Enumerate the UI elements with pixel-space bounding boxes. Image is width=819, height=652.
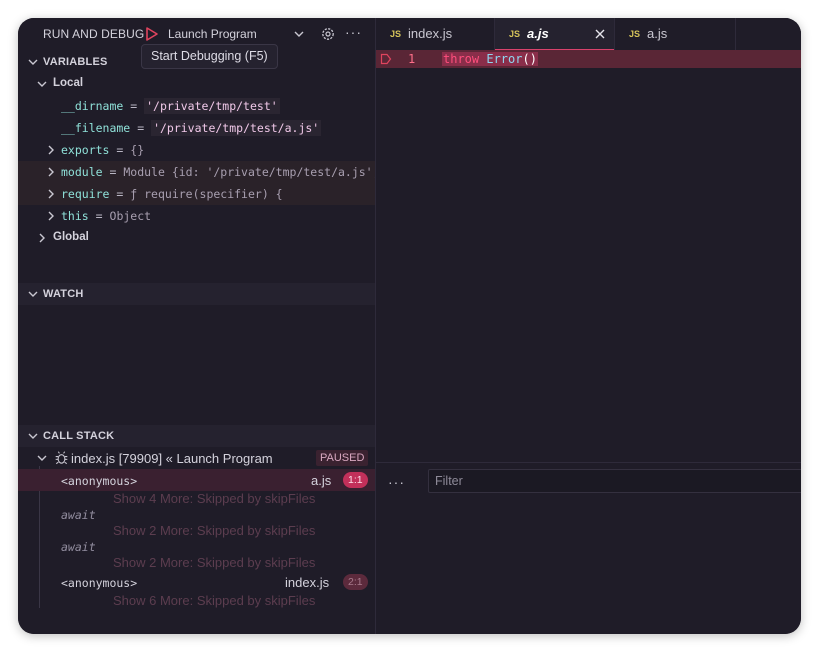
tab-index-js[interactable]: JS index.js: [376, 18, 494, 50]
stack-frame-file: index.js: [285, 575, 330, 590]
more-actions-icon[interactable]: ···: [345, 24, 361, 40]
launch-config-select[interactable]: Launch Program: [164, 23, 312, 45]
stack-frame-file: a.js: [311, 473, 332, 488]
stack-frame-name: <anonymous>: [61, 576, 138, 590]
variable-equals: =: [137, 121, 145, 135]
variable-value: '/private/tmp/test/a.js': [151, 120, 322, 136]
variable-row[interactable]: __filename = '/private/tmp/test/a.js': [18, 117, 375, 139]
await-label: await: [61, 508, 96, 522]
variable-equals: =: [95, 209, 103, 223]
variable-row[interactable]: require = ƒ require(specifier) {: [18, 183, 375, 205]
stack-frame-location-badge: 2:1: [343, 574, 368, 590]
variable-name: module: [61, 165, 103, 179]
variable-row[interactable]: __dirname = '/private/tmp/test': [18, 95, 375, 117]
variable-row[interactable]: module = Module {id: '/private/tmp/test/…: [18, 161, 386, 183]
variable-value: {}: [130, 143, 145, 157]
watch-section-header[interactable]: WATCH: [18, 283, 375, 305]
code-line-error-highlight[interactable]: 1 throw Error(): [376, 50, 801, 68]
tab-a-js[interactable]: JS a.js: [615, 18, 735, 50]
line-number: 1: [408, 52, 416, 66]
variable-value: Module {id: '/private/tmp/test/a.js',…: [123, 165, 387, 179]
js-file-icon: JS: [509, 29, 521, 39]
variable-name: __dirname: [61, 99, 124, 113]
skipped-frames-link[interactable]: Show 2 More: Skipped by skipFiles: [113, 555, 315, 570]
stack-frame-name: <anonymous>: [61, 474, 138, 488]
editor-tabs: JS index.js JS a.js JS a.js: [376, 18, 801, 50]
paused-status-badge: PAUSED: [316, 450, 369, 466]
variable-name: this: [61, 209, 89, 223]
variable-value: ƒ require(specifier) {: [130, 187, 283, 201]
editor-area: JS index.js JS a.js JS a.js 1 throw Erro…: [376, 18, 801, 634]
tab-separator: [735, 18, 736, 50]
variable-equals: =: [116, 187, 124, 201]
chevron-right-icon: [48, 145, 54, 155]
scope-global-label: Global: [53, 231, 89, 243]
variable-value: Object: [109, 209, 152, 223]
tab-a-js-active[interactable]: JS a.js: [495, 18, 614, 50]
code-parens: (): [522, 52, 537, 66]
filter-input[interactable]: [428, 469, 801, 493]
gear-icon[interactable]: [320, 26, 336, 42]
start-debugging-tooltip: Start Debugging (F5): [141, 44, 278, 69]
chevron-down-icon: [28, 59, 38, 65]
variable-value: '/private/tmp/test': [144, 98, 280, 114]
variable-equals: =: [130, 99, 138, 113]
skipped-frames-link[interactable]: Show 4 More: Skipped by skipFiles: [113, 491, 315, 506]
variable-name: __filename: [61, 121, 131, 135]
chevron-down-icon: [28, 433, 38, 439]
watch-section-label: WATCH: [43, 288, 84, 300]
debug-sidebar: RUN AND DEBUG Launch Program ··· Start D…: [18, 18, 386, 634]
variable-equals: =: [116, 143, 124, 157]
chevron-right-icon: [39, 233, 45, 243]
stack-frame[interactable]: <anonymous> index.js 2:1: [18, 571, 375, 593]
chevron-down-icon: [37, 81, 47, 87]
call-stack-section-label: CALL STACK: [43, 430, 115, 442]
chevron-right-icon: [48, 189, 54, 199]
skipped-frames-link[interactable]: Show 2 More: Skipped by skipFiles: [113, 523, 315, 538]
scope-local-label: Local: [53, 77, 84, 89]
await-label: await: [61, 540, 96, 554]
variables-section-label: VARIABLES: [43, 56, 108, 68]
variable-name: require: [61, 187, 110, 201]
variable-row[interactable]: this = Object: [18, 205, 375, 227]
chevron-down-icon: [28, 291, 38, 297]
tab-label: a.js: [647, 26, 668, 41]
js-file-icon: JS: [390, 29, 402, 39]
tab-label: index.js: [408, 26, 453, 41]
scope-global[interactable]: Global: [18, 227, 375, 249]
tab-label: a.js: [527, 26, 549, 41]
stack-frame[interactable]: <anonymous> a.js 1:1: [18, 469, 375, 491]
skipped-frames-link[interactable]: Show 6 More: Skipped by skipFiles: [113, 593, 315, 608]
debug-session-label: index.js [79909] « Launch Program: [71, 451, 273, 466]
scope-local[interactable]: Local: [18, 73, 375, 95]
close-icon[interactable]: [593, 27, 607, 41]
stack-frame-location-badge: 1:1: [343, 472, 368, 488]
vscode-window: RUN AND DEBUG Launch Program ··· Start D…: [18, 18, 801, 634]
launch-config-label: Launch Program: [168, 27, 257, 41]
code-function: Error: [486, 52, 523, 66]
panel-more-icon[interactable]: ···: [388, 474, 405, 490]
chevron-right-icon: [48, 211, 54, 221]
bug-icon: [55, 451, 68, 465]
panel-divider[interactable]: [376, 462, 801, 463]
chevron-down-icon: [294, 31, 304, 37]
chevron-right-icon: [48, 167, 54, 177]
chevron-down-icon: [37, 455, 47, 461]
code-keyword: throw: [443, 52, 480, 66]
js-file-icon: JS: [629, 29, 641, 39]
breakpoint-arrow-icon[interactable]: [380, 53, 392, 65]
code-text: throw Error(): [442, 52, 538, 66]
debug-session-row[interactable]: index.js [79909] « Launch Program PAUSED: [18, 447, 375, 469]
variable-equals: =: [109, 165, 117, 179]
variable-name: exports: [61, 143, 110, 157]
call-stack-section-header[interactable]: CALL STACK: [18, 425, 375, 447]
variable-row[interactable]: exports = {}: [18, 139, 375, 161]
start-debugging-play-icon[interactable]: [142, 25, 160, 43]
debug-title: RUN AND DEBUG: [43, 27, 145, 41]
